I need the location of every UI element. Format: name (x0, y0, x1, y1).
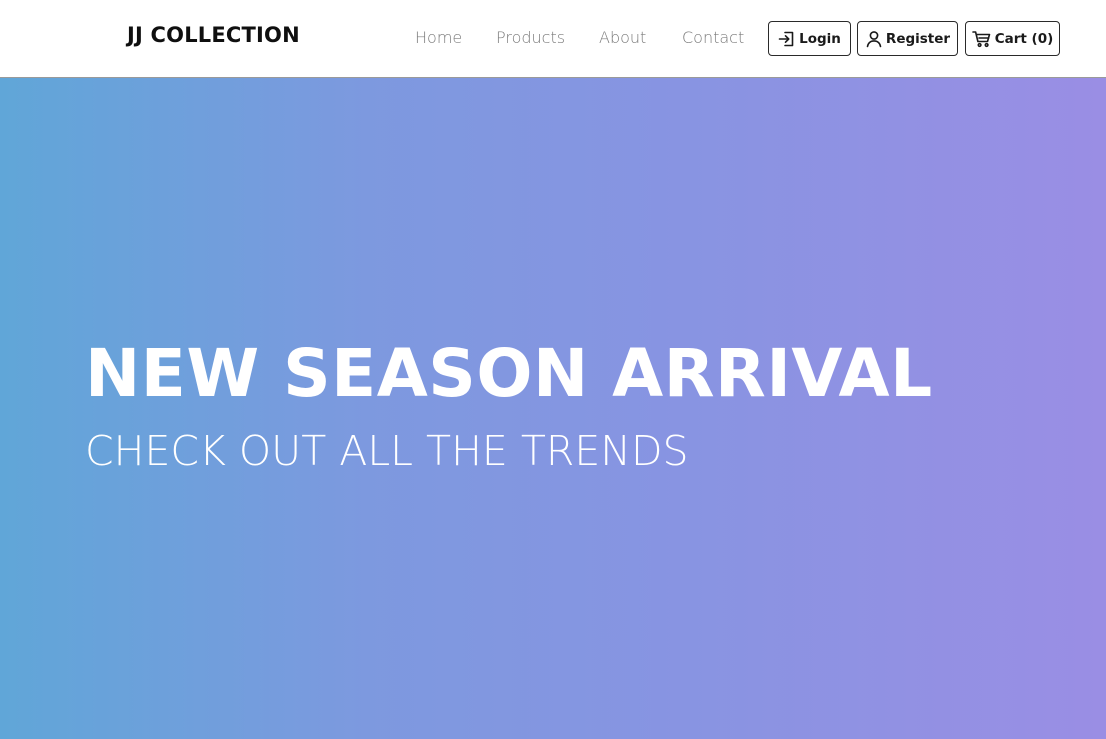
hero-banner: NEW SEASON ARRIVAL CHECK OUT ALL THE TRE… (0, 78, 1106, 739)
login-icon (778, 30, 796, 48)
cart-icon (971, 30, 992, 48)
hero-title: NEW SEASON ARRIVAL (85, 335, 933, 412)
login-button[interactable]: Login (768, 21, 851, 56)
top-navbar: JJ COLLECTION Home Products About Contac… (0, 0, 1106, 78)
nav-link-products[interactable]: Products (496, 27, 565, 49)
register-label: Register (885, 30, 951, 47)
hero-subtitle: CHECK OUT ALL THE TRENDS (85, 427, 689, 475)
register-button[interactable]: Register (857, 21, 958, 56)
login-label: Login (799, 30, 841, 47)
nav-link-about[interactable]: About (599, 27, 646, 49)
nav-link-home[interactable]: Home (415, 27, 462, 49)
user-icon (865, 30, 883, 48)
brand-logo-link[interactable]: JJ COLLECTION (127, 22, 300, 48)
cart-label: Cart (0) (994, 30, 1054, 47)
cart-button[interactable]: Cart (0) (965, 21, 1060, 56)
nav-link-contact[interactable]: Contact (682, 27, 744, 49)
